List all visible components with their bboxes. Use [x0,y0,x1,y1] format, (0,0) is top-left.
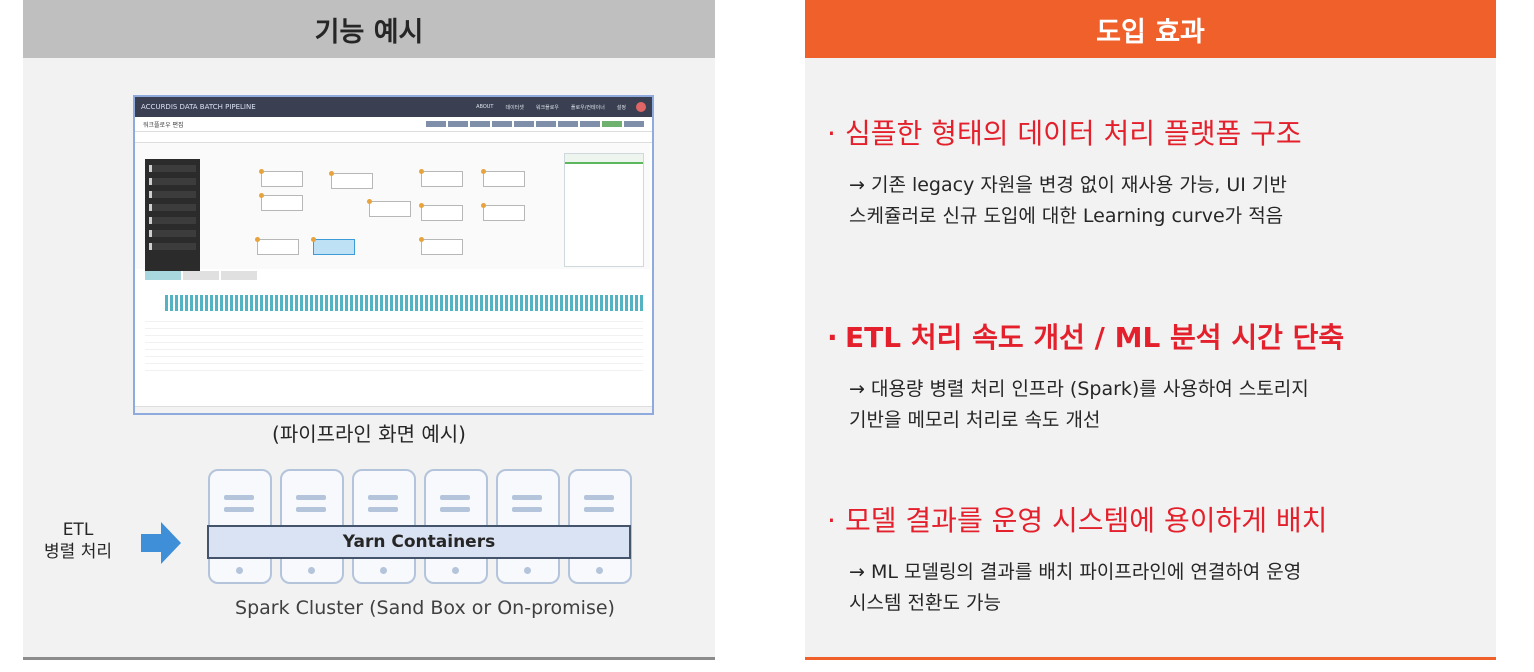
effect-item: · 심플한 형태의 데이터 처리 플랫폼 구조 → 기존 legacy 자원을 변… [827,112,1487,232]
effect-title: · 심플한 형태의 데이터 처리 플랫폼 구조 [827,117,1302,150]
screenshot-menu-item: 워크플로우 [535,104,559,111]
screenshot-menu-item: 설정 [616,104,626,111]
spark-cluster-label: Spark Cluster (Sand Box or On-promise) [235,597,615,619]
screenshot-side-menu [145,159,200,271]
screenshot-node [419,169,463,187]
screenshot-footer [135,406,652,413]
effect-title: · 모델 결과를 운영 시스템에 용이하게 배치 [827,504,1328,537]
screenshot-topbar: ACCURDIS DATA BATCH PIPELINE ABOUT 데이터셋 … [135,97,652,117]
adoption-effect-header: 도입 효과 [805,0,1496,58]
screenshot-node [329,171,373,189]
etl-label-line2: 병렬 처리 [44,542,112,562]
screenshot-node [259,193,303,211]
screenshot-brand: ACCURDIS DATA BATCH PIPELINE [141,103,256,111]
yarn-containers-box: Yarn Containers [207,525,631,559]
pipeline-screenshot: ACCURDIS DATA BATCH PIPELINE ABOUT 데이터셋 … [133,95,654,415]
screenshot-node [367,199,411,217]
effect-title: · ETL 처리 속도 개선 / ML 분석 시간 단축 [827,321,1345,354]
panel-bottom-line [805,657,1496,660]
feature-example-header: 기능 예시 [23,0,715,58]
screenshot-node [255,237,299,255]
screenshot-data-rows [145,315,643,373]
effect-item: · ETL 처리 속도 개선 / ML 분석 시간 단축 → 대용량 병렬 처리 … [827,316,1487,436]
screenshot-menu: ABOUT 데이터셋 워크플로우 플로우/컨테이너 설정 [476,104,626,111]
screenshot-caption: (파이프라인 화면 예시) [272,422,466,446]
right-arrow-icon [141,522,181,564]
etl-label-line1: ETL [62,520,94,540]
screenshot-menu-item: 플로우/컨테이너 [570,104,605,111]
screenshot-node [419,203,463,221]
screenshot-histograms [165,295,643,311]
screenshot-menu-item: ABOUT [476,103,494,110]
screenshot-toolbar [426,121,644,127]
effect-description: → 기존 legacy 자원을 변경 없이 재사용 가능, UI 기반 스케쥴러… [849,174,1287,227]
screenshot-node-selected [311,237,355,255]
screenshot-node [481,203,525,221]
screenshot-node [259,169,303,187]
screenshot-properties-pane [564,153,644,267]
screenshot-avatar [636,102,646,112]
etl-label: ETL 병렬 처리 [23,519,133,563]
panel-bottom-line [23,657,715,660]
adoption-effect-panel: 도입 효과 · 심플한 형태의 데이터 처리 플랫폼 구조 → 기존 legacy… [805,0,1496,660]
screenshot-node [419,237,463,255]
feature-example-panel: 기능 예시 ACCURDIS DATA BATCH PIPELINE ABOUT… [23,0,715,660]
effect-item: · 모델 결과를 운영 시스템에 용이하게 배치 → ML 모델링의 결과를 배치… [827,499,1487,619]
screenshot-menu-item: 데이터셋 [505,104,524,111]
screenshot-titlebar: 워크플로우 편집 [135,117,652,131]
effect-description: → ML 모델링의 결과를 배치 파이프라인에 연결하여 운영 시스템 전환도 … [849,561,1302,614]
effect-description: → 대용량 병렬 처리 인프라 (Spark)를 사용하여 스토리지 기반을 메… [849,378,1309,431]
screenshot-data-pane [135,271,650,379]
screenshot-filter-row [135,131,652,143]
screenshot-node [481,169,525,187]
screenshot-workflow-canvas [135,143,650,271]
screenshot-page-title: 워크플로우 편집 [143,121,184,129]
